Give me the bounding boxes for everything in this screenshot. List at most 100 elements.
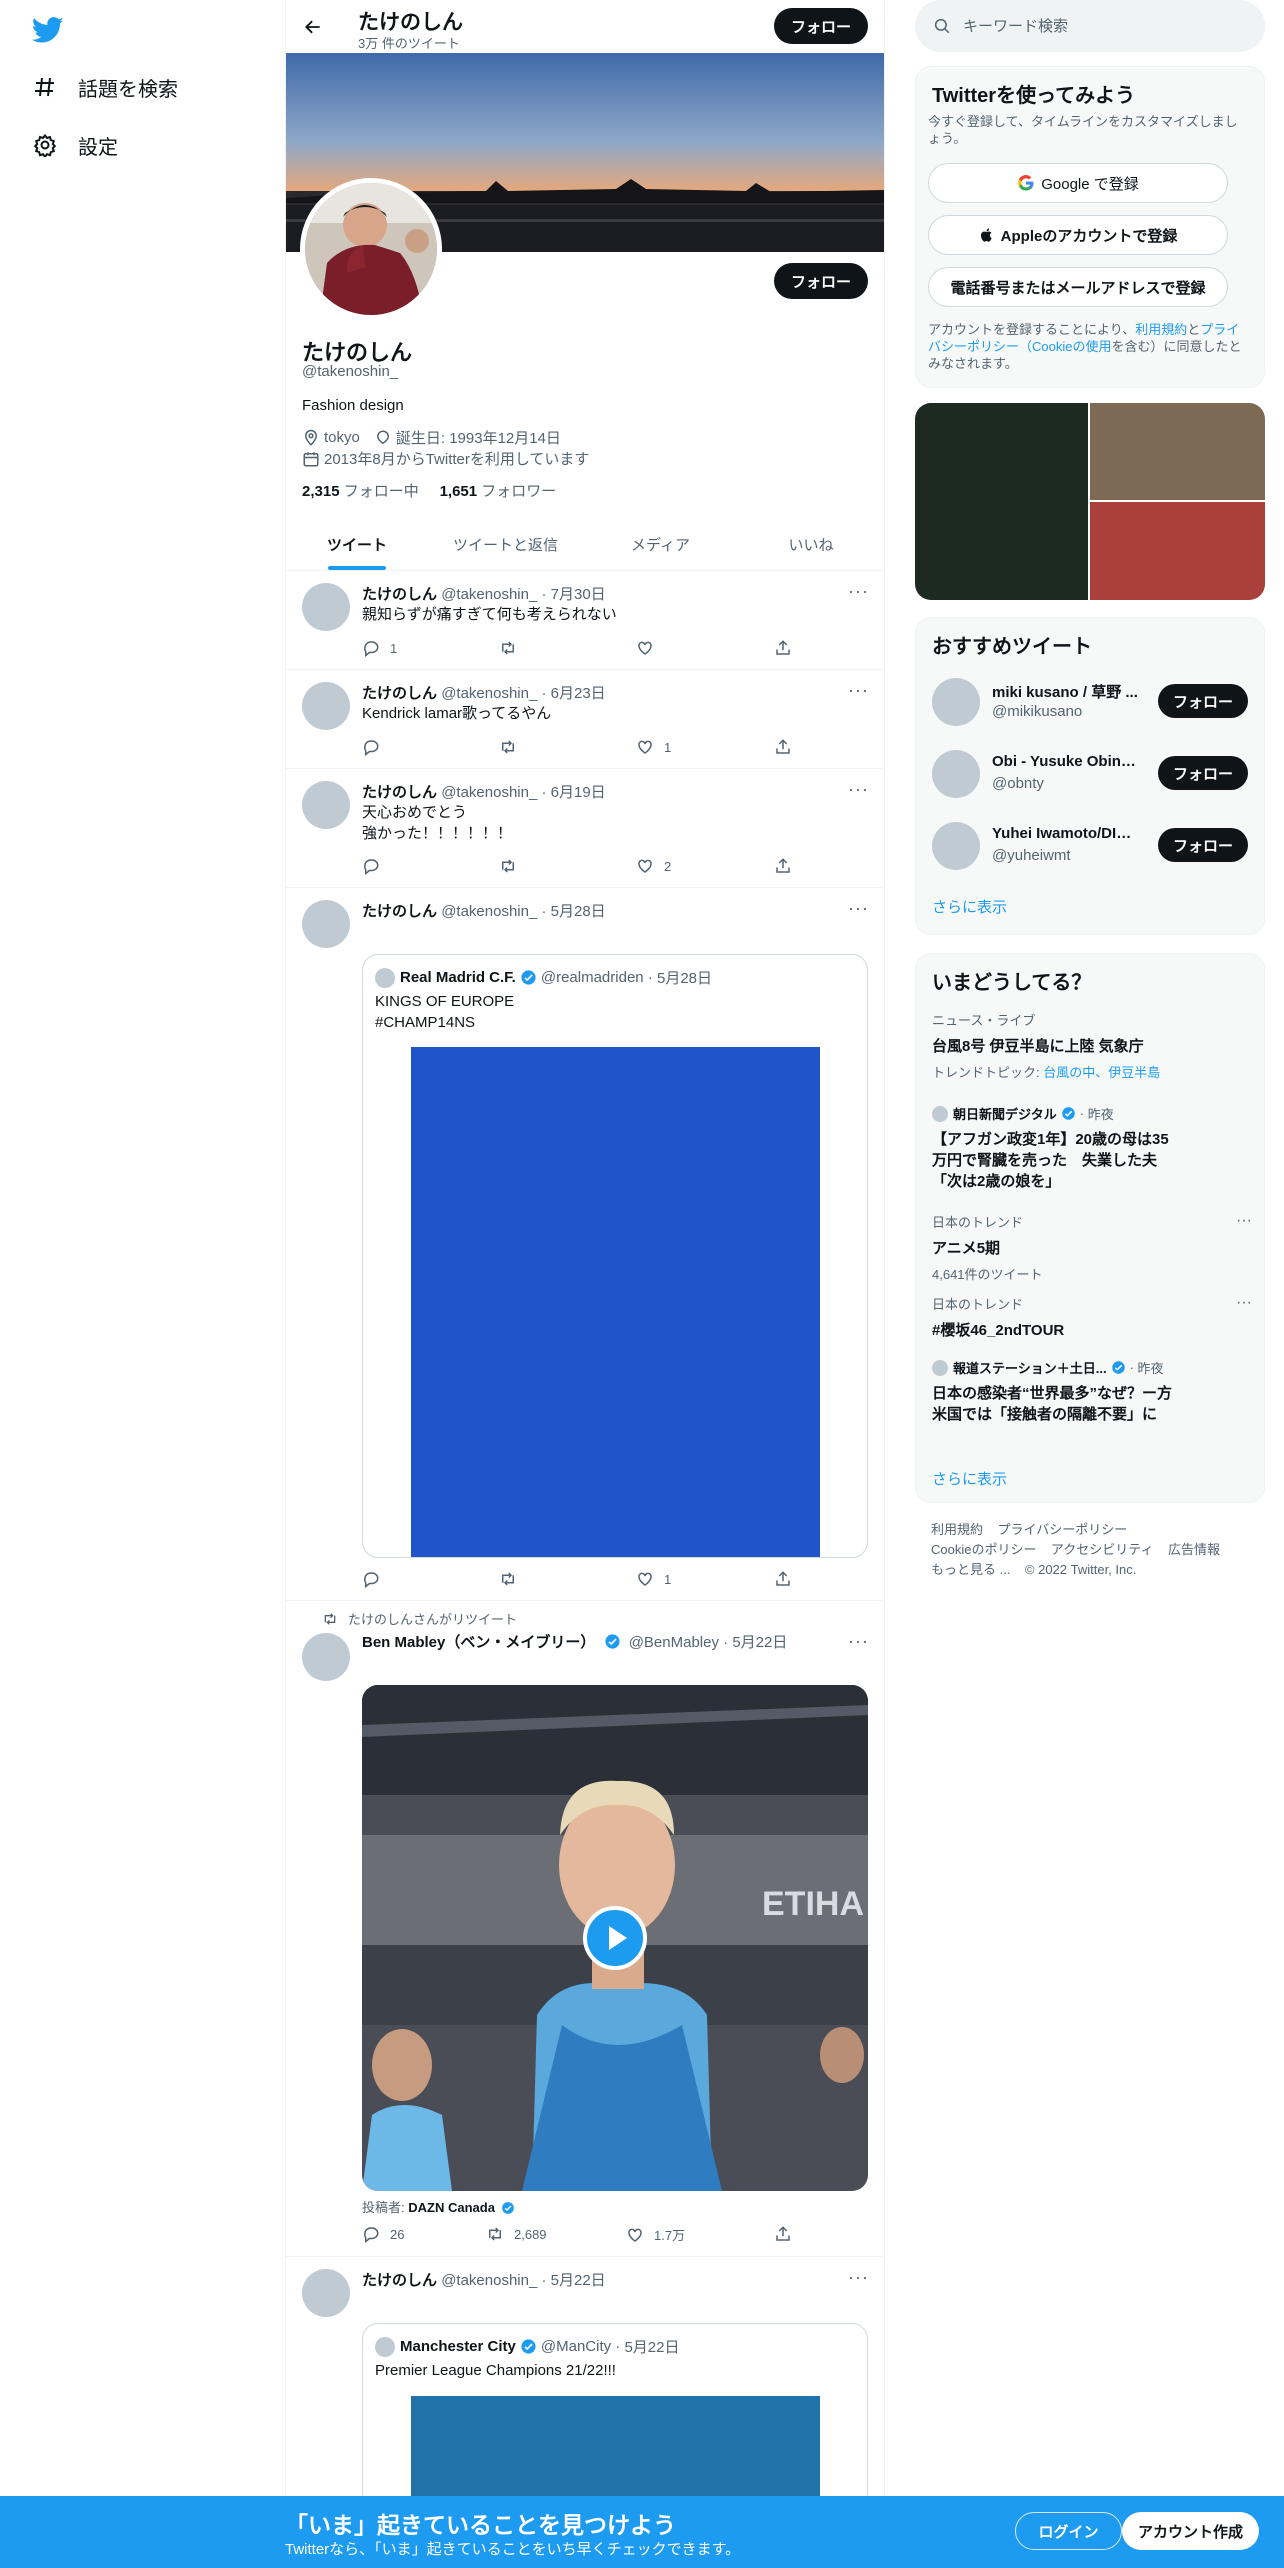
tweet-item[interactable]: たけのしん @takenoshin_ · 5月28日 ··· Real Madr… <box>286 888 884 1601</box>
source-account-link[interactable]: DAZN Canada <box>408 2200 495 2215</box>
share-button[interactable] <box>774 2225 802 2243</box>
google-signup-button[interactable]: Google で登録 <box>928 163 1228 203</box>
more-options-icon[interactable]: ··· <box>1236 1294 1252 1312</box>
tab-media[interactable]: メディア <box>583 518 738 571</box>
like-button[interactable]: 2 <box>636 857 671 875</box>
profile-header-bar: たけのしん 3万 件のツイート フォロー <box>286 0 884 53</box>
share-button[interactable] <box>774 738 802 756</box>
profile-follow-button[interactable]: フォロー <box>774 263 868 299</box>
media-thumb[interactable] <box>1090 502 1265 600</box>
signup-card: Twitterを使ってみよう 今すぐ登録して、タイムラインをカスタマイズしましょ… <box>915 66 1265 388</box>
profile-media-grid <box>915 403 1265 600</box>
quoted-tweet[interactable]: Real Madrid C.F. @realmadriden · 5月28日 K… <box>362 954 868 1558</box>
like-button[interactable]: 1.7万 <box>626 2225 685 2244</box>
recommended-user[interactable]: Obi - Yusuke Obinata @obnty フォロー <box>932 744 1252 804</box>
footer-ads[interactable]: 広告情報 <box>1168 1542 1220 1557</box>
media-thumb[interactable] <box>915 403 1088 600</box>
video-player[interactable]: ETIHA <box>362 1685 868 2191</box>
more-options-icon[interactable]: ··· <box>848 581 868 601</box>
play-button[interactable] <box>583 1906 647 1970</box>
profile-avatar[interactable] <box>300 178 442 320</box>
more-options-icon[interactable]: ··· <box>848 680 868 700</box>
trend-news-item[interactable]: 報道ステーション＋土日... · 昨夜 日本の感染者“世界最多”なぜ？ー方米国で… <box>932 1358 1252 1425</box>
reply-button[interactable] <box>362 857 390 875</box>
like-button[interactable]: 1 <box>636 738 671 756</box>
retweet-button[interactable] <box>499 738 527 756</box>
nav-settings[interactable]: 設定 <box>32 125 118 165</box>
twitter-logo-icon[interactable] <box>31 14 64 46</box>
like-button[interactable]: 1 <box>636 1570 671 1588</box>
reply-button[interactable]: 26 <box>362 2225 404 2243</box>
user-avatar[interactable] <box>932 822 980 870</box>
reply-button[interactable]: 1 <box>362 639 397 657</box>
more-options-icon[interactable]: ··· <box>1236 1212 1252 1230</box>
reply-button[interactable] <box>362 738 390 756</box>
tweet-item[interactable]: たけのしん @takenoshin_ · 6月19日 ··· 天心おめでとう 強… <box>286 769 884 888</box>
tweet-item[interactable]: たけのしんさんがリツイート Ben Mabley（ベン・メイブリー） @BenM… <box>286 1601 884 2257</box>
user-name: miki kusano / 草野 ... <box>992 684 1138 701</box>
recommended-follow-button[interactable]: フォロー <box>1158 828 1248 862</box>
retweet-button[interactable] <box>499 1570 527 1588</box>
tweet-item[interactable]: たけのしん @takenoshin_ · 6月23日 ··· Kendrick … <box>286 670 884 769</box>
user-avatar[interactable] <box>932 678 980 726</box>
tweet-avatar[interactable] <box>302 900 350 948</box>
share-button[interactable] <box>774 1570 802 1588</box>
like-button[interactable] <box>636 639 664 657</box>
tab-likes[interactable]: いいね <box>738 518 884 571</box>
tab-tweets-and-replies[interactable]: ツイートと返信 <box>428 518 583 571</box>
terms-link[interactable]: 利用規約 <box>1135 322 1187 337</box>
quoted-tweet-header: Real Madrid C.F. @realmadriden · 5月28日 <box>375 967 712 988</box>
source-avatar <box>932 1359 948 1376</box>
recommended-show-more[interactable]: さらに表示 <box>932 896 1007 917</box>
user-handle: @obnty <box>992 775 1044 792</box>
tweet-avatar[interactable] <box>302 1633 350 1681</box>
footer-cookies[interactable]: Cookieのポリシー <box>931 1542 1036 1557</box>
trend-item[interactable]: 日本のトレンド #櫻坂46_2ndTOUR ··· <box>932 1294 1252 1340</box>
trends-show-more[interactable]: さらに表示 <box>932 1468 1007 1489</box>
tab-tweets[interactable]: ツイート <box>286 518 428 571</box>
trend-news-item[interactable]: 朝日新聞デジタル · 昨夜 【アフガン政変1年】20歳の母は35万円で腎臓を売っ… <box>932 1104 1252 1192</box>
following-link[interactable]: 2,315 フォロー中 <box>302 483 419 500</box>
retweet-button[interactable]: 2,689 <box>486 2225 547 2243</box>
more-options-icon[interactable]: ··· <box>848 779 868 799</box>
search-input[interactable] <box>963 17 1243 35</box>
trend-topic-links[interactable]: 台風の中、伊豆半島 <box>1043 1065 1160 1080</box>
recommended-user[interactable]: Yuhei Iwamoto/DIAM... @yuheiwmt フォロー <box>932 816 1252 876</box>
tweet-avatar[interactable] <box>302 682 350 730</box>
login-button[interactable]: ログイン <box>1015 2512 1122 2550</box>
tweet-avatar[interactable] <box>302 583 350 631</box>
trend-item[interactable]: 日本のトレンド アニメ5期 4,641件のツイート ··· <box>932 1212 1252 1283</box>
apple-signup-button[interactable]: Appleのアカウントで登録 <box>928 215 1228 255</box>
recommended-user[interactable]: miki kusano / 草野 ... @mikikusano フォロー <box>932 672 1252 732</box>
phone-email-signup-button[interactable]: 電話番号またはメールアドレスで登録 <box>928 267 1228 307</box>
more-options-icon[interactable]: ··· <box>848 2267 868 2287</box>
quoted-tweet-image[interactable] <box>411 1047 820 1557</box>
retweet-button[interactable] <box>499 639 527 657</box>
share-button[interactable] <box>774 639 802 657</box>
back-arrow-icon[interactable] <box>298 12 328 42</box>
recommended-follow-button[interactable]: フォロー <box>1158 756 1248 790</box>
media-thumb[interactable] <box>1090 403 1265 500</box>
share-button[interactable] <box>774 857 802 875</box>
more-options-icon[interactable]: ··· <box>848 898 868 918</box>
footer-accessibility[interactable]: アクセシビリティ <box>1051 1542 1154 1557</box>
nav-explore[interactable]: 話題を検索 <box>32 67 178 107</box>
tweet-avatar[interactable] <box>302 2269 350 2317</box>
followers-link[interactable]: 1,651 フォロワー <box>440 483 557 500</box>
more-options-icon[interactable]: ··· <box>848 1631 868 1651</box>
hashtag-icon <box>32 74 58 100</box>
footer-more[interactable]: もっと見る ... <box>931 1562 1010 1577</box>
recommended-follow-button[interactable]: フォロー <box>1158 684 1248 718</box>
tweet-item[interactable]: たけのしん @takenoshin_ · 7月30日 ··· 親知らずが痛すぎて… <box>286 571 884 670</box>
trend-item[interactable]: ニュース・ライブ 台風8号 伊豆半島に上陸 気象庁 トレンドトピック: 台風の中… <box>932 1010 1252 1081</box>
user-avatar[interactable] <box>932 750 980 798</box>
search-box[interactable] <box>915 0 1265 52</box>
create-account-button[interactable]: アカウント作成 <box>1122 2512 1259 2550</box>
header-follow-button[interactable]: フォロー <box>774 8 868 44</box>
tweet-avatar[interactable] <box>302 781 350 829</box>
footer-terms[interactable]: 利用規約 <box>931 1522 983 1537</box>
active-tab-indicator <box>328 566 386 570</box>
reply-button[interactable] <box>362 1570 390 1588</box>
retweet-button[interactable] <box>499 857 527 875</box>
footer-privacy[interactable]: プライバシーポリシー <box>997 1522 1127 1537</box>
